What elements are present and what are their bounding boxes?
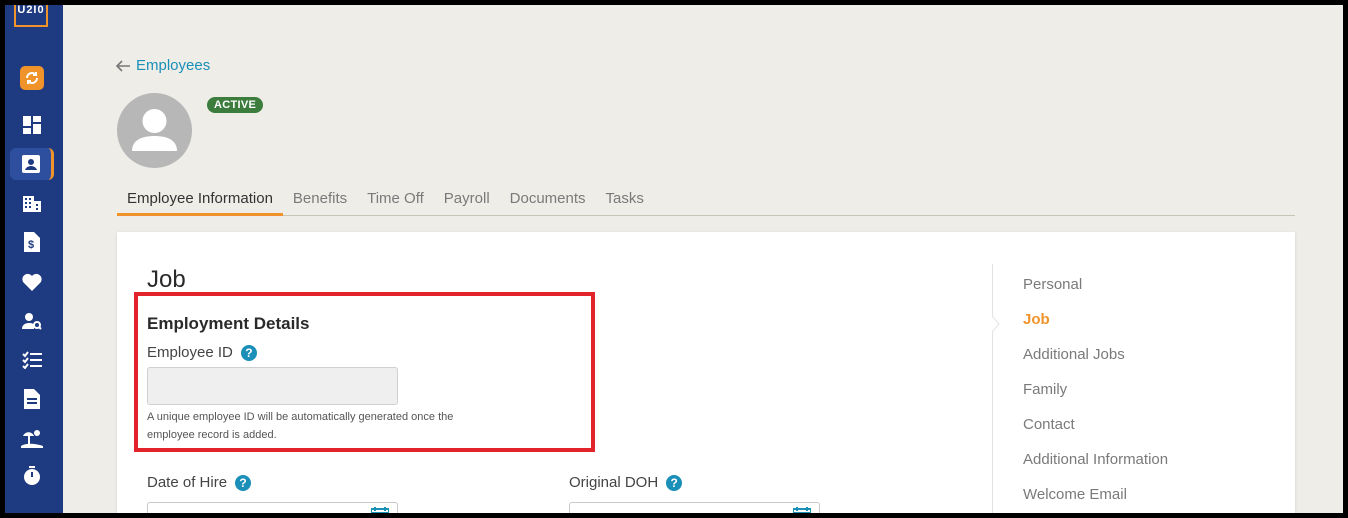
profile-tabs: Employee Information Benefits Time Off P… — [117, 190, 1295, 216]
job-card: Job Employment Details Employee ID ? A u… — [117, 232, 1295, 513]
svg-text:$: $ — [28, 239, 34, 251]
app-window: U2I0 $ Employees ACTIVE Employee Informa… — [5, 5, 1343, 513]
tab-benefits[interactable]: Benefits — [283, 190, 357, 216]
section-side-nav: Personal Job Additional Jobs Family Cont… — [992, 264, 1272, 513]
payroll-document-icon[interactable]: $ — [10, 226, 54, 258]
employee-id-label-text: Employee ID — [147, 344, 233, 361]
tab-time-off[interactable]: Time Off — [357, 190, 434, 216]
beach-time-off-icon[interactable] — [10, 422, 54, 454]
back-to-employees-link[interactable]: Employees — [116, 57, 210, 74]
user-placeholder-icon — [132, 109, 177, 151]
main-content: Employees ACTIVE Employee Information Be… — [63, 5, 1343, 513]
arrow-left-icon — [116, 59, 130, 72]
building-icon[interactable] — [10, 187, 54, 219]
dashboard-icon[interactable] — [10, 109, 54, 141]
logo: U2I0 — [14, 5, 48, 27]
employees-icon[interactable] — [10, 148, 54, 180]
side-nav-welcome-email[interactable]: Welcome Email — [1023, 486, 1127, 503]
status-badge: ACTIVE — [207, 97, 264, 113]
calendar-icon[interactable] — [371, 507, 389, 513]
side-nav-contact[interactable]: Contact — [1023, 416, 1075, 433]
section-title: Employment Details — [147, 314, 310, 333]
original-doh-label-text: Original DOH — [569, 474, 659, 491]
back-link-label: Employees — [136, 57, 211, 74]
date-of-hire-label-text: Date of Hire — [147, 474, 228, 491]
original-doh-label: Original DOH ? — [569, 474, 683, 491]
document-icon[interactable] — [10, 383, 54, 415]
side-nav-additional-jobs[interactable]: Additional Jobs — [1023, 346, 1125, 363]
tab-tasks[interactable]: Tasks — [596, 190, 654, 216]
help-icon[interactable]: ? — [666, 474, 683, 491]
original-doh-field[interactable] — [569, 502, 820, 513]
date-of-hire-field[interactable] — [147, 502, 398, 513]
card-title: Job — [147, 266, 186, 293]
side-nav-personal[interactable]: Personal — [1023, 276, 1082, 293]
side-nav-job[interactable]: Job — [1023, 311, 1050, 328]
employee-id-help-text: A unique employee ID will be automatical… — [147, 411, 454, 441]
date-of-hire-label: Date of Hire ? — [147, 474, 252, 491]
checklist-icon[interactable] — [10, 344, 54, 376]
tab-payroll[interactable]: Payroll — [434, 190, 500, 216]
refresh-icon[interactable] — [20, 66, 44, 90]
side-nav-family[interactable]: Family — [1023, 381, 1067, 398]
calendar-icon[interactable] — [793, 507, 811, 513]
tab-documents[interactable]: Documents — [500, 190, 596, 216]
stopwatch-icon[interactable] — [10, 460, 54, 492]
help-icon[interactable]: ? — [240, 344, 257, 361]
user-search-icon[interactable] — [10, 305, 54, 337]
employee-id-label: Employee ID ? — [147, 344, 257, 361]
sidebar: U2I0 $ — [5, 5, 63, 513]
active-indicator-arrow — [992, 316, 1000, 332]
side-nav-additional-information[interactable]: Additional Information — [1023, 451, 1168, 468]
heart-icon[interactable] — [10, 266, 54, 298]
avatar[interactable] — [117, 93, 192, 168]
tab-employee-information[interactable]: Employee Information — [117, 190, 283, 216]
more-icon[interactable] — [10, 499, 54, 513]
help-icon[interactable]: ? — [235, 474, 252, 491]
employee-id-field[interactable] — [147, 367, 398, 405]
